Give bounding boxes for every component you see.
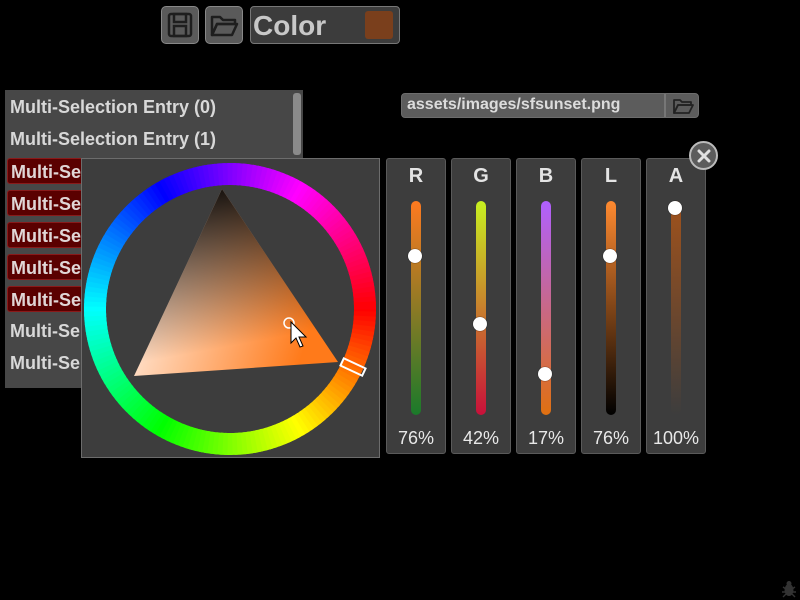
open-button[interactable] bbox=[205, 6, 243, 44]
slider-track[interactable] bbox=[541, 201, 551, 415]
slider-l[interactable]: L 76% bbox=[581, 158, 641, 454]
file-path-field[interactable]: assets/images/sfsunset.png bbox=[401, 93, 699, 118]
slider-label: G bbox=[473, 165, 489, 187]
slider-value: 42% bbox=[462, 428, 500, 448]
folder-open-icon bbox=[210, 15, 239, 37]
color-swatch bbox=[365, 11, 393, 39]
slider-label: B bbox=[538, 165, 554, 187]
list-scrollbar[interactable] bbox=[293, 93, 301, 155]
slider-track[interactable] bbox=[606, 201, 616, 415]
list-item[interactable]: Multi-Selection Entry (1) bbox=[7, 126, 291, 152]
slider-a[interactable]: A 100% bbox=[646, 158, 706, 454]
slider-track[interactable] bbox=[671, 201, 681, 415]
save-button[interactable] bbox=[161, 6, 199, 44]
slider-value: 76% bbox=[592, 428, 630, 448]
slider-value: 17% bbox=[527, 428, 565, 448]
file-path-text: assets/images/sfsunset.png bbox=[407, 96, 621, 113]
path-divider bbox=[664, 94, 666, 117]
slider-track[interactable] bbox=[476, 201, 486, 415]
close-icon bbox=[697, 149, 710, 162]
slider-knob[interactable] bbox=[668, 201, 682, 215]
slider-g[interactable]: G 42% bbox=[451, 158, 511, 454]
slider-value: 76% bbox=[397, 428, 435, 448]
slider-knob[interactable] bbox=[473, 317, 487, 331]
slider-r[interactable]: R 76% bbox=[386, 158, 446, 454]
slider-knob[interactable] bbox=[408, 249, 422, 263]
slider-value: 100% bbox=[652, 428, 700, 448]
color-label: Color bbox=[253, 10, 327, 41]
save-icon bbox=[167, 12, 193, 38]
folder-open-icon[interactable] bbox=[672, 97, 694, 115]
color-button[interactable]: Color bbox=[250, 6, 400, 44]
slider-knob[interactable] bbox=[538, 367, 552, 381]
bug-icon bbox=[782, 581, 796, 598]
close-button[interactable] bbox=[689, 141, 718, 170]
hue-wheel[interactable] bbox=[82, 159, 381, 459]
slider-knob[interactable] bbox=[603, 249, 617, 263]
color-picker-panel bbox=[81, 158, 380, 458]
slider-b[interactable]: B 17% bbox=[516, 158, 576, 454]
slider-track[interactable] bbox=[411, 201, 421, 415]
list-item[interactable]: Multi-Selection Entry (0) bbox=[7, 94, 291, 120]
slider-label: L bbox=[604, 165, 618, 187]
slider-label: R bbox=[408, 165, 424, 187]
